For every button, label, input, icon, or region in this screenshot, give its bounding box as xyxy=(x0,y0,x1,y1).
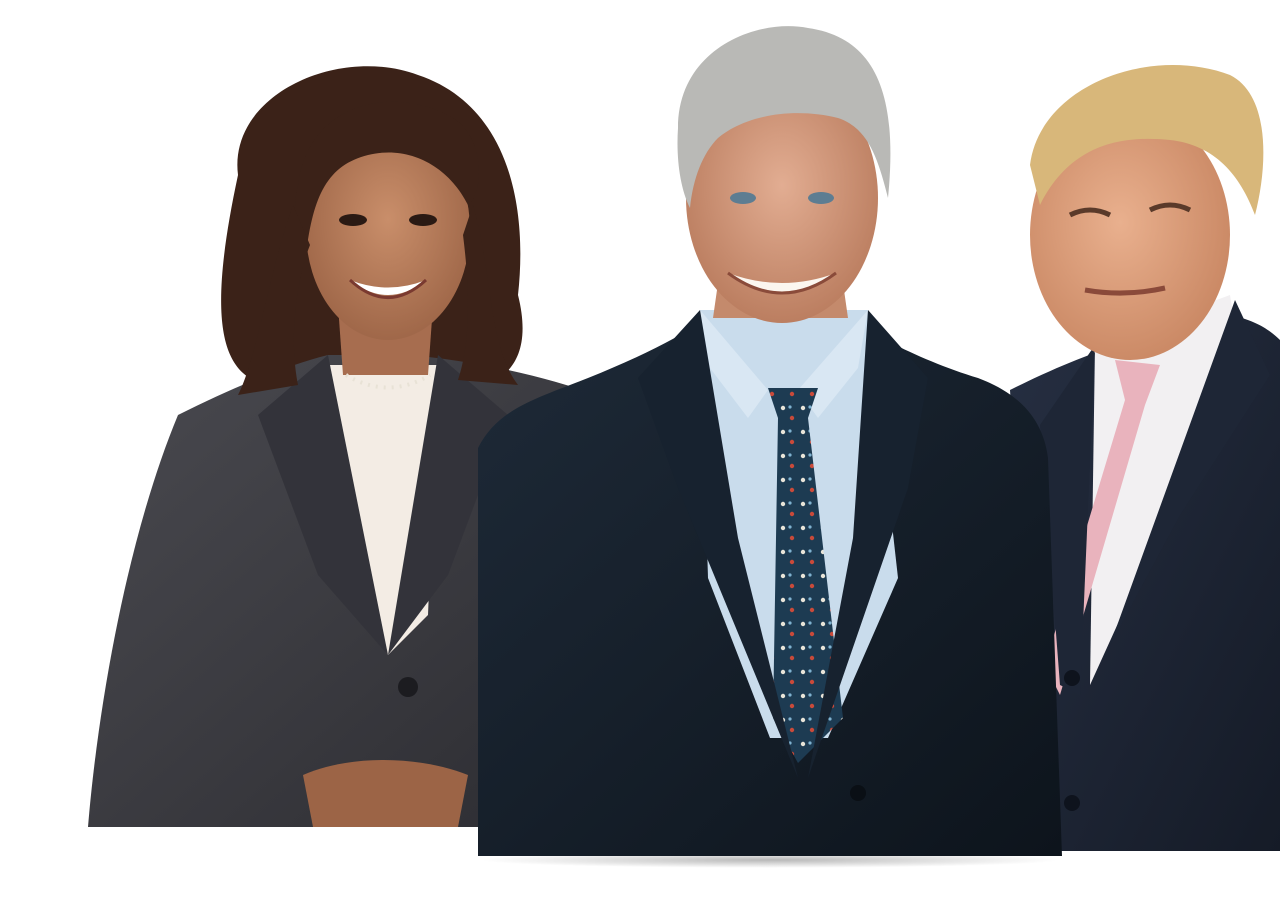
person-center-illustration xyxy=(478,26,1062,856)
photo-composite xyxy=(0,0,1280,901)
person-center-figure xyxy=(478,18,1062,856)
